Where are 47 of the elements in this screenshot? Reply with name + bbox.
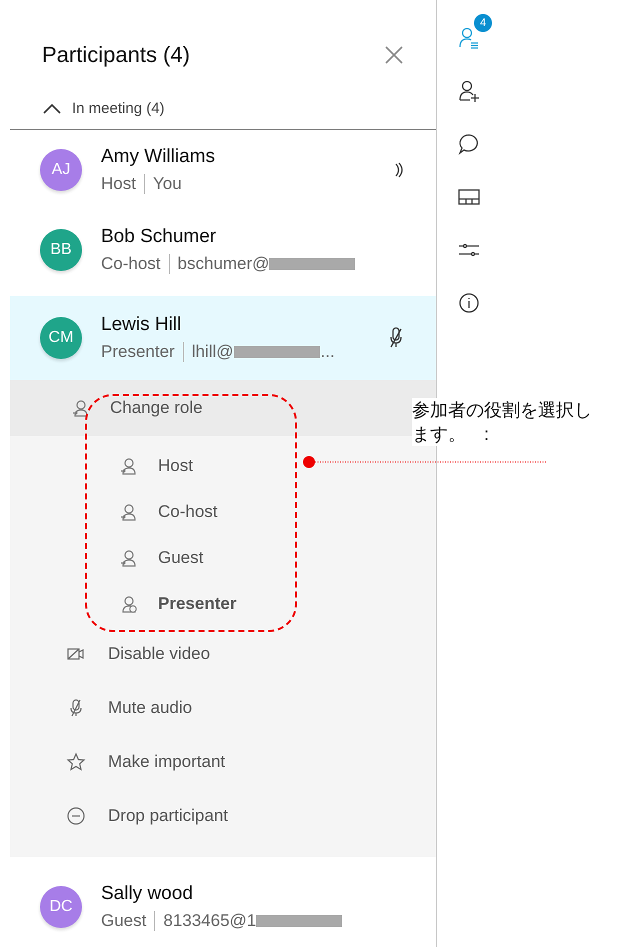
annotation-text: 参加者の役割を選択し — [412, 398, 592, 422]
participant-role: Presenter — [101, 342, 184, 362]
menu-item[interactable]: Mute audio — [10, 681, 436, 735]
participant-detail: bschumer@ — [178, 254, 270, 274]
participant-name: Sally wood — [101, 883, 194, 905]
star-icon — [66, 752, 86, 772]
chat-icon[interactable] — [457, 132, 481, 156]
avatar: BB — [40, 229, 82, 271]
menu-item[interactable]: Make important — [10, 735, 436, 789]
participants-icon[interactable] — [457, 26, 481, 50]
participant-detail: You — [152, 174, 182, 194]
panel-title: Participants (4) — [42, 42, 190, 68]
section-label[interactable]: In meeting (4) — [72, 100, 165, 117]
count-badge: 4 — [474, 14, 492, 32]
participant-name: Amy Williams — [101, 146, 216, 168]
participant-row[interactable]: DC Sally wood Guest 8133465@1 — [10, 867, 436, 947]
role-option[interactable]: Guest — [120, 535, 436, 581]
role-option[interactable]: Host — [120, 443, 436, 489]
participant-detail: 8133465@1 — [163, 911, 256, 931]
participant-role: Co-host — [101, 254, 170, 274]
participant-row[interactable]: BB Bob Schumer Co-host bschumer@ — [10, 210, 436, 290]
menu-item[interactable]: Drop participant — [10, 789, 436, 843]
close-icon[interactable] — [384, 45, 404, 65]
person-icon — [120, 503, 138, 521]
participant-role: Host — [101, 174, 145, 194]
participant-detail: lhill@ — [192, 342, 234, 362]
avatar: AJ — [40, 149, 82, 191]
role-option[interactable]: Co-host — [120, 489, 436, 535]
participant-name: Bob Schumer — [101, 226, 218, 248]
participant-role: Guest — [101, 911, 156, 931]
chevron-icon[interactable] — [42, 102, 62, 114]
person-icon — [120, 457, 138, 475]
person-icon — [120, 549, 138, 567]
menu-item[interactable]: Disable video — [10, 627, 436, 681]
person-icon — [72, 399, 90, 417]
avatar: DC — [40, 886, 82, 928]
info-icon[interactable] — [457, 291, 481, 315]
avatar: CM — [40, 317, 82, 359]
participant-row[interactable]: AJ Amy Williams Host You — [10, 130, 436, 210]
participant-name: Lewis Hill — [101, 314, 182, 336]
add-person-icon[interactable] — [457, 79, 481, 103]
ellipsis: ... — [320, 342, 335, 362]
annotation-text: ます。 : — [412, 422, 490, 446]
person-check-icon — [120, 595, 138, 613]
role-option[interactable]: Presenter — [120, 581, 436, 627]
participant-row[interactable]: CM Lewis Hill Presenter lhill@ ... — [10, 296, 436, 380]
minus-circle-icon — [66, 806, 86, 826]
